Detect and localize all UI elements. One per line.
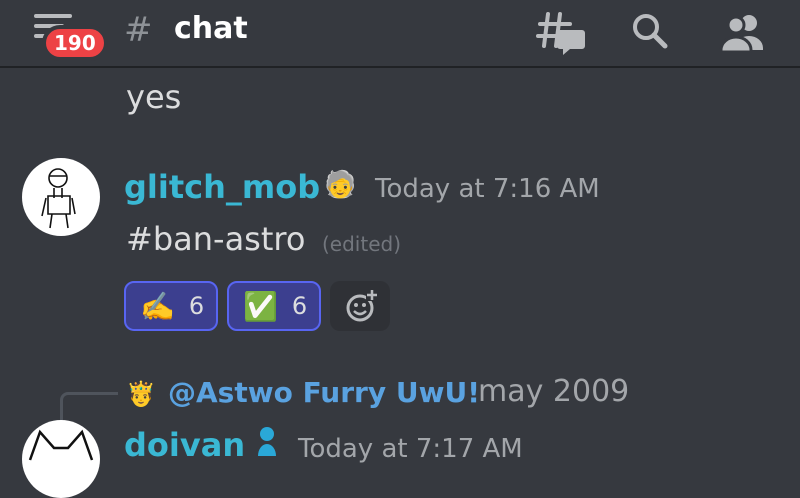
channel-title: chat bbox=[174, 11, 248, 46]
reaction-check-mark[interactable]: ✅ 6 bbox=[227, 281, 321, 331]
avatar[interactable] bbox=[22, 158, 100, 236]
face-emoji-icon: 🧓 bbox=[324, 170, 357, 200]
reaction-count: 6 bbox=[188, 292, 205, 320]
threads-icon[interactable] bbox=[536, 10, 586, 56]
channel-header: 190 # chat bbox=[0, 0, 800, 68]
edited-label: (edited) bbox=[322, 232, 402, 256]
timestamp: Today at 7:16 AM bbox=[375, 174, 600, 204]
message-text: #ban-astro bbox=[126, 220, 306, 258]
reply-connector bbox=[60, 392, 118, 422]
add-reaction-button[interactable] bbox=[330, 281, 390, 331]
reaction-writing-hand[interactable]: ✍️ 6 bbox=[124, 281, 218, 331]
reply-username[interactable]: @Astwo Furry UwU! bbox=[168, 376, 480, 409]
reaction-count: 6 bbox=[291, 292, 308, 320]
message-text: yes bbox=[126, 78, 182, 116]
members-icon[interactable] bbox=[718, 10, 768, 56]
hash-icon: # bbox=[124, 10, 153, 50]
reply-preview-text[interactable]: may 2009 bbox=[478, 374, 629, 409]
search-icon[interactable] bbox=[628, 10, 678, 56]
timestamp: Today at 7:17 AM bbox=[298, 434, 523, 464]
person-emoji-icon bbox=[250, 426, 284, 460]
check-mark-emoji-icon: ✅ bbox=[243, 289, 278, 323]
notification-badge: 190 bbox=[42, 25, 108, 61]
username[interactable]: doivan bbox=[124, 426, 245, 464]
message-list: yes glitch_mob 🧓 Today at 7:16 AM #ban-a… bbox=[0, 70, 800, 498]
reply-avatar: 🤴 bbox=[126, 380, 156, 408]
writing-hand-emoji-icon: ✍️ bbox=[140, 289, 175, 323]
avatar[interactable] bbox=[22, 420, 100, 498]
username[interactable]: glitch_mob bbox=[124, 168, 320, 206]
